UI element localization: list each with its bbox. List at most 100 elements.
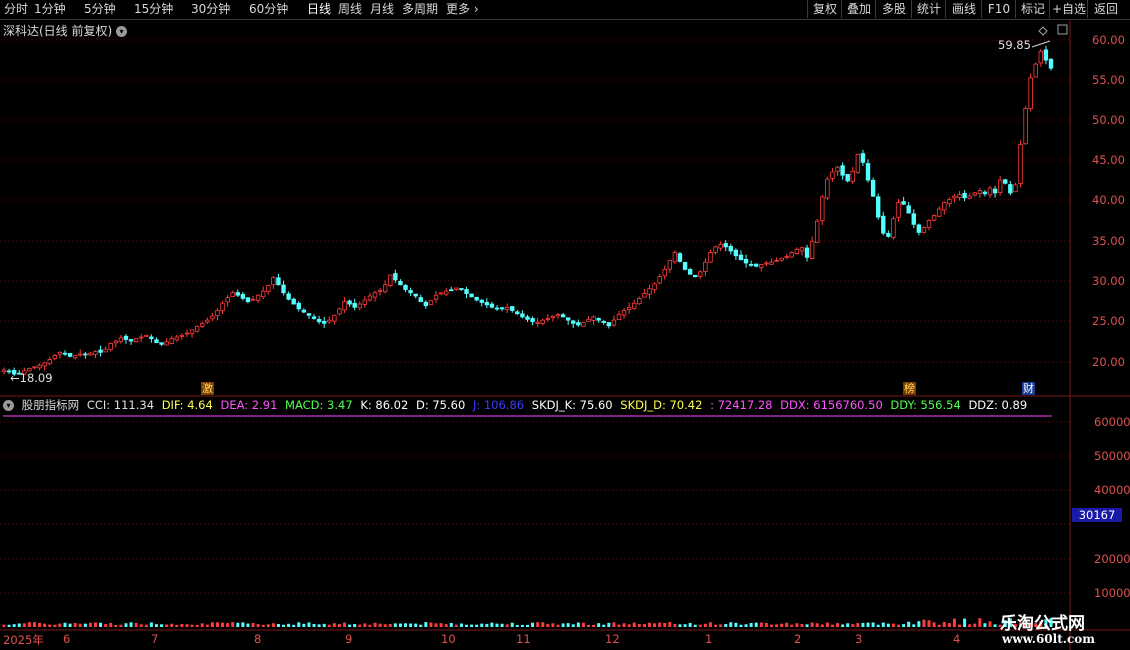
volume-bar <box>241 622 245 627</box>
candle-body <box>108 343 113 350</box>
candle-body <box>784 256 789 258</box>
candle-body <box>194 326 200 332</box>
candle-body <box>1028 77 1033 110</box>
volume-bar <box>724 623 728 627</box>
volume-bar <box>454 624 458 627</box>
volume-bar <box>480 623 484 627</box>
volume-bar <box>48 624 52 627</box>
candle-body <box>921 227 927 233</box>
time-axis-label: 10 <box>441 632 456 646</box>
event-marker-2[interactable]: 榜 <box>903 382 916 395</box>
volume-bar <box>780 623 784 627</box>
volume-bar <box>775 624 779 627</box>
candle-body <box>703 261 708 272</box>
volume-bar <box>368 624 372 627</box>
volume-bar <box>759 622 763 627</box>
candle-body <box>875 196 881 218</box>
candle-body <box>774 260 779 262</box>
volume-bar <box>993 624 997 627</box>
diamond-icon[interactable] <box>1038 26 1048 36</box>
volume-bar <box>836 623 840 627</box>
candle-body <box>200 322 205 327</box>
event-marker-1[interactable]: 激 <box>201 382 214 395</box>
candle-body <box>357 303 362 309</box>
volume-bar <box>942 621 946 627</box>
candle-body <box>657 276 662 284</box>
candle-body <box>723 243 728 248</box>
volume-bar <box>404 623 408 627</box>
indicator-title[interactable]: 股朋指标网 <box>22 398 80 412</box>
volume-bar <box>343 622 347 627</box>
time-axis-label: 6 <box>63 632 71 646</box>
candle-body <box>504 306 510 311</box>
candle-body <box>886 233 891 237</box>
indicator-value-macd: MACD: 3.47 <box>285 398 353 412</box>
candle-body <box>825 178 830 199</box>
candle-body <box>301 309 307 313</box>
volume-bar <box>541 622 545 627</box>
volume-bar <box>363 623 367 627</box>
candle-body <box>586 318 591 322</box>
window-icon[interactable] <box>1057 24 1068 35</box>
volume-bar <box>531 622 535 627</box>
candle-body <box>865 163 871 181</box>
candle-body <box>764 262 769 265</box>
candle-body <box>433 294 439 300</box>
candle-body <box>403 284 408 290</box>
candle-body <box>550 315 556 318</box>
volume-bar <box>800 623 804 627</box>
candle-body <box>642 293 647 298</box>
volume-bar <box>287 623 291 627</box>
candle-body <box>987 187 993 196</box>
volume-bar <box>490 622 494 627</box>
volume-bar <box>292 624 296 627</box>
volume-bar <box>617 624 621 627</box>
volume-bar <box>983 623 987 627</box>
high-price-label: 59.85 <box>998 38 1031 52</box>
candle-body <box>67 353 73 357</box>
candle-body <box>72 355 78 359</box>
candlestick-series <box>1 45 1054 377</box>
candle-body <box>596 318 601 321</box>
candle-body <box>591 316 596 321</box>
candle-body <box>967 195 972 199</box>
volume-bar <box>688 622 692 627</box>
indicator-value-j: J: 106.86 <box>472 398 525 412</box>
indicator-value-dea: DEA: 2.91 <box>220 398 278 412</box>
candle-body <box>652 283 657 291</box>
candle-body <box>809 240 815 259</box>
high-arrow-icon <box>1031 40 1051 48</box>
candle-body <box>891 218 896 238</box>
volume-bar <box>246 623 250 627</box>
candle-body <box>388 274 393 286</box>
event-marker-3[interactable]: 财 <box>1022 382 1035 395</box>
candle-body <box>1023 108 1028 145</box>
candle-body <box>733 249 739 257</box>
candle-body <box>881 215 886 234</box>
candle-body <box>133 338 139 343</box>
candle-body <box>103 348 108 353</box>
candle-body <box>779 257 784 261</box>
volume-bar <box>963 618 967 627</box>
candle-body <box>1008 184 1013 194</box>
volume-bar <box>871 622 875 627</box>
volume-bar <box>114 624 118 627</box>
candle-body <box>210 315 215 320</box>
candle-body <box>926 219 932 228</box>
dropdown-icon[interactable]: ▾ <box>3 400 14 411</box>
volume-bar <box>73 622 77 627</box>
volume-bar <box>353 623 357 627</box>
candle-body <box>220 302 225 312</box>
volume-bar <box>88 622 92 627</box>
volume-bar <box>866 622 870 627</box>
volume-bar <box>358 624 362 627</box>
volume-bar <box>393 623 397 627</box>
candle-body <box>769 261 774 265</box>
candle-body <box>113 340 119 344</box>
candle-body <box>555 314 561 317</box>
candle-body <box>382 284 388 293</box>
volume-bar <box>978 618 982 627</box>
candle-body <box>794 248 800 254</box>
volume-bar <box>526 624 529 627</box>
volume-bar <box>83 623 87 627</box>
